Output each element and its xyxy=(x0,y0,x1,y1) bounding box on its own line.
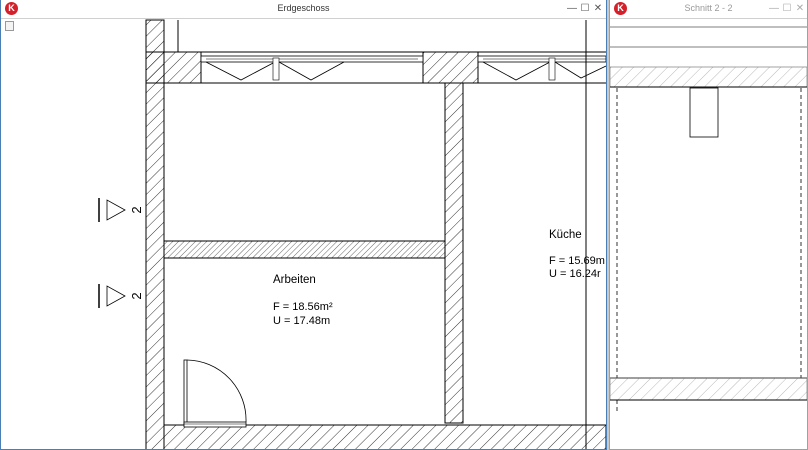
maximize-icon[interactable]: ☐ xyxy=(579,2,591,15)
section-marker-bottom[interactable] xyxy=(98,284,126,308)
plan-titlebar[interactable]: K Erdgeschoss — ☐ ✕ xyxy=(1,0,606,19)
section-titlebar[interactable]: K Schnitt 2 - 2 — ☐ ✕ xyxy=(610,0,807,19)
minimize-icon[interactable]: — xyxy=(566,2,578,15)
room-perimeter-arbeiten: U = 17.48m xyxy=(273,315,331,327)
close-icon[interactable]: ✕ xyxy=(794,2,806,15)
window-top-left xyxy=(200,55,424,81)
room-perimeter-kueche: U = 16.24r xyxy=(549,268,601,280)
minimize-icon[interactable]: — xyxy=(768,2,780,15)
maximize-icon[interactable]: ☐ xyxy=(781,2,793,15)
section-marker-top[interactable] xyxy=(98,198,126,222)
room-name: Arbeiten xyxy=(273,274,316,286)
section-canvas[interactable] xyxy=(610,19,807,450)
wall-interior xyxy=(444,82,464,424)
section-label-top: 2 xyxy=(129,206,144,213)
plan-window-title: Erdgeschoss xyxy=(277,3,330,13)
wall-top xyxy=(145,20,606,84)
floor-plan-canvas[interactable]: 2 2 xyxy=(1,19,606,450)
section-label-bottom: 2 xyxy=(129,292,144,299)
door xyxy=(183,359,247,428)
close-icon[interactable]: ✕ xyxy=(592,2,604,15)
slab-top xyxy=(610,66,807,88)
room-label-kueche: Küche xyxy=(549,229,582,241)
window-top-right xyxy=(477,55,606,81)
room-area-kueche: F = 15.69m xyxy=(549,255,605,267)
room-name: Küche xyxy=(549,229,582,241)
room-label-arbeiten: Arbeiten xyxy=(273,274,316,286)
section-window[interactable]: K Schnitt 2 - 2 — ☐ ✕ xyxy=(609,0,808,450)
wall-bottom xyxy=(163,424,606,449)
room-area-arbeiten: F = 18.56m² xyxy=(273,301,333,313)
wall-left xyxy=(145,19,165,449)
beam-section xyxy=(689,87,719,138)
beam-arbeiten xyxy=(163,240,446,259)
slab-bottom xyxy=(610,377,807,401)
plan-window[interactable]: K Erdgeschoss — ☐ ✕ 2 2 Arbeiten F = 18.… xyxy=(0,0,607,450)
